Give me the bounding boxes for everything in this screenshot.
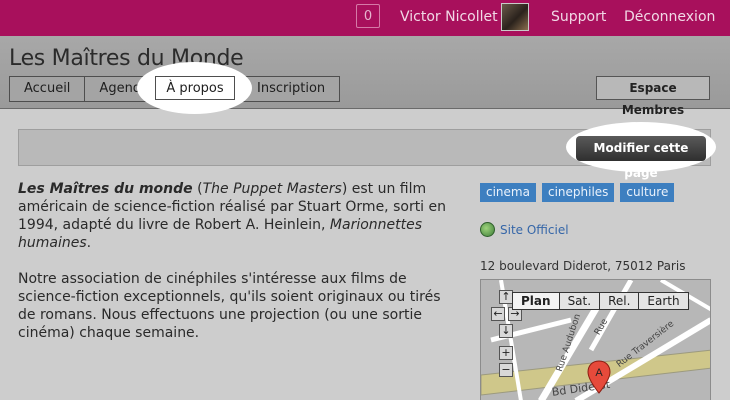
edit-page-button[interactable]: Modifier cette page (576, 136, 706, 180)
pan-down-icon[interactable]: ↓ (499, 324, 513, 338)
tag-cinephiles[interactable]: cinephiles (541, 183, 615, 202)
association-paragraph: Notre association de cinéphiles s'intére… (18, 271, 441, 341)
location-map[interactable]: ↑ ← → ↓ + − Plan Sat. Rel. Earth Rue Aud… (480, 279, 711, 400)
tag-cinema[interactable]: cinema (480, 183, 536, 202)
film-title: Les Maîtres du monde (18, 181, 193, 197)
map-type-earth[interactable]: Earth (639, 293, 688, 309)
official-site-label: Site Officiel (500, 222, 569, 237)
tab-accueil[interactable]: Accueil (10, 77, 86, 101)
top-navigation-bar: 0 Victor Nicollet Support Déconnexion (0, 0, 730, 36)
pan-up-icon[interactable]: ↑ (499, 290, 513, 304)
map-type-selector: Plan Sat. Rel. Earth (512, 292, 689, 310)
tab-inscription[interactable]: Inscription (243, 77, 340, 101)
pan-left-icon[interactable]: ← (491, 307, 505, 321)
user-name-link[interactable]: Victor Nicollet (400, 9, 498, 25)
address-text: 12 boulevard Diderot, 75012 Paris (480, 259, 686, 273)
zoom-out-icon[interactable]: − (499, 363, 513, 377)
zoom-in-icon[interactable]: + (499, 346, 513, 360)
support-link[interactable]: Support (551, 9, 606, 25)
map-type-relief[interactable]: Rel. (600, 293, 640, 309)
site-header: Les Maîtres du Monde Accueil Agenda Insc… (0, 36, 730, 117)
original-title: The Puppet Masters (202, 181, 342, 197)
tag-culture[interactable]: culture (620, 183, 675, 202)
map-type-plan[interactable]: Plan (513, 293, 560, 309)
tag-list: cinema cinephiles culture (480, 183, 675, 202)
logout-link[interactable]: Déconnexion (624, 9, 715, 25)
official-site-link[interactable]: Site Officiel (480, 222, 569, 237)
user-avatar[interactable] (501, 3, 529, 31)
members-area-button[interactable]: Espace Membres (596, 76, 710, 117)
map-marker-label: A (595, 367, 603, 379)
map-type-satellite[interactable]: Sat. (559, 293, 601, 309)
globe-icon (480, 222, 495, 237)
notification-count-badge[interactable]: 0 (356, 4, 380, 28)
page-content: Les Maîtres du monde (The Puppet Masters… (18, 180, 458, 360)
map-marker-icon[interactable]: A (587, 360, 611, 394)
tab-a-propos[interactable]: À propos (155, 76, 235, 100)
intro-paragraph: Les Maîtres du monde (The Puppet Masters… (18, 181, 447, 251)
